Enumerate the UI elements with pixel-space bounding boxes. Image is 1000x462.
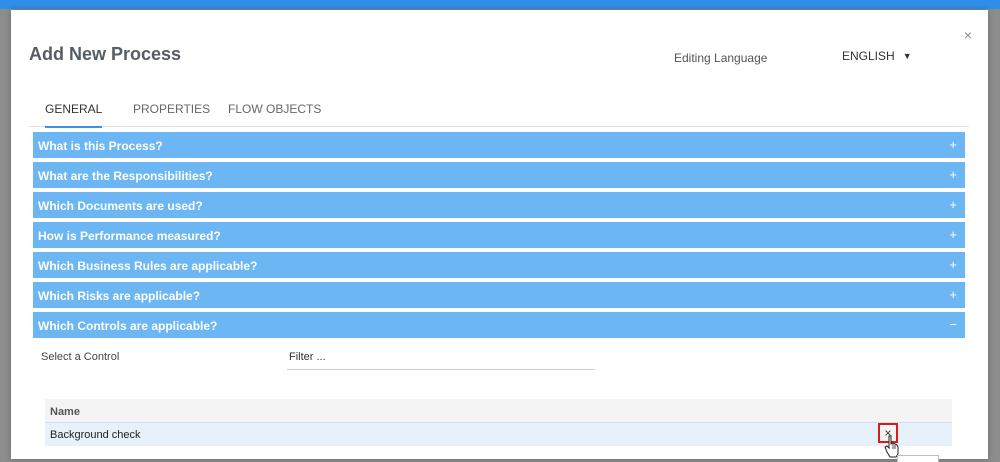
- control-name-cell: Background check: [50, 429, 141, 441]
- expand-icon: +: [949, 167, 957, 182]
- editing-language-label: Editing Language: [674, 51, 768, 65]
- app-top-bar: [0, 0, 1000, 9]
- section-label: Which Documents are used?: [38, 199, 203, 213]
- section-controls[interactable]: Which Controls are applicable? −: [33, 312, 965, 338]
- tab-bar: GENERAL PROPERTIES FLOW OBJECTS: [29, 96, 969, 128]
- section-label: What are the Responsibilities?: [38, 169, 213, 183]
- expand-icon: +: [949, 227, 957, 242]
- tab-general[interactable]: GENERAL: [45, 102, 103, 128]
- section-documents[interactable]: Which Documents are used? +: [33, 192, 965, 218]
- dialog-title: Add New Process: [29, 44, 182, 64]
- language-value: ENGLISH: [842, 49, 895, 63]
- expand-icon: +: [949, 257, 957, 272]
- collapse-icon: −: [949, 317, 957, 332]
- table-row[interactable]: Background check ×: [45, 422, 952, 446]
- section-label: How is Performance measured?: [38, 229, 221, 243]
- expand-icon: +: [949, 137, 957, 152]
- section-performance[interactable]: How is Performance measured? +: [33, 222, 965, 248]
- sections-accordion: What is this Process? + What are the Res…: [33, 132, 965, 342]
- language-select[interactable]: ENGLISH ▼: [842, 49, 912, 63]
- expand-icon: +: [949, 287, 957, 302]
- select-control-label: Select a Control: [41, 351, 120, 363]
- section-business-rules[interactable]: Which Business Rules are applicable? +: [33, 252, 965, 278]
- section-responsibilities[interactable]: What are the Responsibilities? +: [33, 162, 965, 188]
- tab-flow-objects[interactable]: FLOW OBJECTS: [228, 102, 321, 126]
- expand-icon: +: [949, 197, 957, 212]
- filter-input[interactable]: [287, 345, 595, 370]
- close-icon[interactable]: ×: [964, 28, 972, 42]
- section-what-is-process[interactable]: What is this Process? +: [33, 132, 965, 158]
- section-label: What is this Process?: [38, 139, 163, 153]
- section-label: Which Controls are applicable?: [38, 319, 218, 333]
- controls-table: Name Background check ×: [45, 399, 952, 446]
- tab-properties[interactable]: PROPERTIES: [133, 102, 210, 126]
- section-label: Which Risks are applicable?: [38, 289, 201, 303]
- add-process-dialog: × Add New Process Editing Language ENGLI…: [11, 10, 988, 459]
- table-header: Name: [45, 399, 952, 422]
- section-risks[interactable]: Which Risks are applicable? +: [33, 282, 965, 308]
- column-header-name: Name: [50, 406, 80, 418]
- section-label: Which Business Rules are applicable?: [38, 259, 258, 273]
- caret-down-icon: ▼: [902, 51, 912, 61]
